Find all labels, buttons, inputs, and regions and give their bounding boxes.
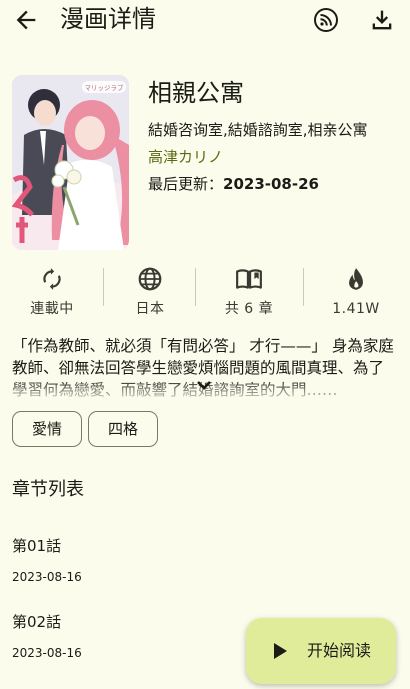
rss-feed-icon[interactable]	[312, 6, 340, 34]
stat-divider	[195, 268, 196, 306]
download-icon[interactable]	[368, 6, 396, 34]
comic-author[interactable]: 高津カリノ	[148, 146, 403, 168]
tag-chip[interactable]: 四格	[88, 411, 158, 447]
stat-region-label: 日本	[135, 301, 165, 317]
start-reading-label: 开始阅读	[307, 641, 372, 660]
chevron-down-icon[interactable]	[194, 378, 214, 394]
stat-divider	[303, 268, 304, 306]
comic-info: 相親公寓 結婚咨询室,結婚諮詢室,相亲公寓 高津カリノ 最后更新：2023-08…	[148, 76, 403, 195]
arrow-back-icon[interactable]	[12, 6, 40, 34]
stat-chapters-label: 共 6 章	[224, 301, 274, 317]
chapter-title: 第01話	[12, 537, 62, 555]
stat-region: 日本	[100, 263, 200, 323]
comic-cover[interactable]: マリッジラブ	[12, 75, 129, 250]
stat-popularity-label: 1.41W	[332, 301, 380, 317]
chapter-date: 2023-08-16	[12, 570, 82, 584]
svg-text:マリッジラブ: マリッジラブ	[85, 83, 125, 92]
comic-title: 相親公寓	[148, 79, 244, 107]
last-updated: 最后更新：2023-08-26	[148, 173, 403, 195]
cover-illustration: マリッジラブ	[12, 75, 129, 250]
play-icon	[274, 643, 287, 659]
sync-icon	[43, 268, 61, 290]
stat-popularity: 1.41W	[306, 263, 406, 323]
chapter-section-title: 章节列表	[12, 479, 84, 500]
stats-row: 連載中 日本 共 6 章 1.41W	[0, 263, 410, 323]
stat-status: 連載中	[2, 263, 102, 323]
page-title: 漫画详情	[60, 5, 156, 33]
tag-chip[interactable]: 愛情	[12, 411, 82, 447]
comic-alias: 結婚咨询室,結婚諮詢室,相亲公寓	[148, 121, 368, 139]
start-reading-button[interactable]: 开始阅读	[246, 618, 396, 684]
last-updated-date: 2023-08-26	[223, 175, 319, 193]
last-updated-label: 最后更新：	[148, 175, 224, 193]
stat-chapters: 共 6 章	[199, 263, 299, 323]
globe-icon	[138, 267, 162, 291]
chapter-item[interactable]: 第01話 2023-08-16	[12, 535, 312, 585]
fire-icon	[349, 268, 363, 290]
app-bar: 漫画详情	[0, 0, 410, 40]
stat-divider	[103, 268, 104, 306]
book-open-icon	[236, 269, 262, 289]
stat-status-label: 連載中	[30, 301, 74, 317]
